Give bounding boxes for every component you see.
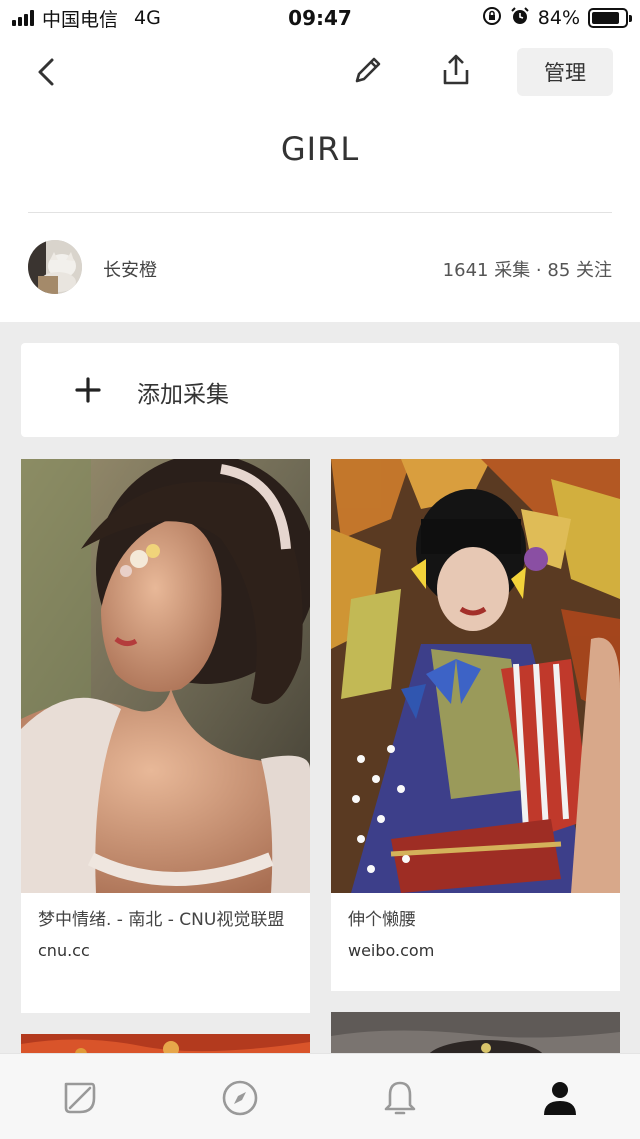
status-bar: 中国电信 4G 09:47 84% xyxy=(0,0,640,36)
pin-source: cnu.cc xyxy=(38,941,90,960)
tab-notifications[interactable] xyxy=(380,1078,420,1118)
signal-icon xyxy=(12,10,34,26)
battery-icon xyxy=(588,8,632,28)
bell-notification-icon xyxy=(384,1081,416,1115)
alarm-icon xyxy=(510,6,530,31)
board-header: 管理 GIRL 长安橙 1641 采集 · 85 关注 xyxy=(0,36,640,322)
share-upload-icon xyxy=(443,54,469,85)
plus-icon xyxy=(75,377,101,403)
owner-name[interactable]: 长安橙 xyxy=(103,256,157,282)
status-right: 84% xyxy=(408,6,632,31)
pin-source: weibo.com xyxy=(348,941,435,960)
pin-card[interactable]: 伸个懒腰 weibo.com xyxy=(331,459,620,991)
pin-title: 伸个懒腰 xyxy=(348,910,416,930)
board-title: GIRL xyxy=(280,130,360,168)
orientation-lock-icon xyxy=(482,6,502,31)
pin-title: 梦中情绪. - 南北 - CNU视觉联盟 xyxy=(38,910,285,930)
tab-home[interactable] xyxy=(60,1078,100,1118)
add-collect-button[interactable]: 添加采集 xyxy=(21,343,619,437)
share-button[interactable] xyxy=(436,50,476,90)
network-label: 4G xyxy=(134,7,161,29)
tab-profile[interactable] xyxy=(540,1078,580,1118)
pin-card[interactable]: 梦中情绪. - 南北 - CNU视觉联盟 cnu.cc xyxy=(21,459,310,1013)
carrier-label: 中国电信 xyxy=(42,8,119,31)
back-arrow-icon xyxy=(38,58,54,86)
compass-explore-icon xyxy=(222,1080,258,1116)
tab-bar xyxy=(0,1053,640,1139)
nav-bar: 管理 xyxy=(0,36,640,108)
owner-row: 长安橙 1641 采集 · 85 关注 xyxy=(0,240,640,296)
battery-percent: 84% xyxy=(537,7,580,29)
pin-image[interactable] xyxy=(331,459,620,893)
divider xyxy=(28,212,612,213)
edit-pencil-icon xyxy=(355,57,381,83)
tab-explore[interactable] xyxy=(220,1078,260,1118)
person-profile-icon xyxy=(544,1082,576,1115)
leaf-home-icon xyxy=(64,1082,96,1114)
pin-image[interactable] xyxy=(21,459,310,893)
edit-button[interactable] xyxy=(348,50,388,90)
back-button[interactable] xyxy=(28,52,64,92)
clock: 09:47 xyxy=(288,6,352,30)
avatar[interactable] xyxy=(28,240,82,294)
add-collect-label: 添加采集 xyxy=(137,382,229,408)
board-stats: 1641 采集 · 85 关注 xyxy=(442,260,612,281)
status-left: 中国电信 4G xyxy=(12,5,232,32)
manage-button[interactable]: 管理 xyxy=(517,48,613,96)
